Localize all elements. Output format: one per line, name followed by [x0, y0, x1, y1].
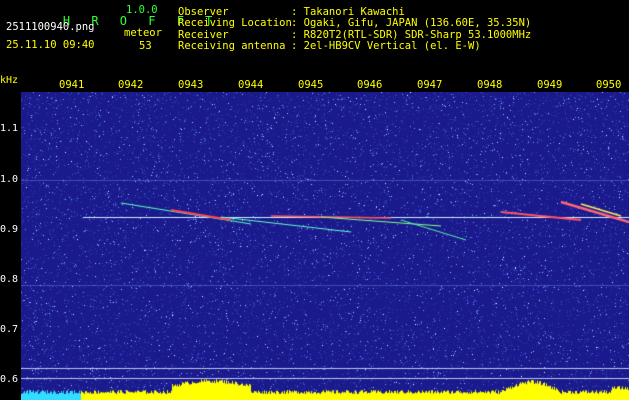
- time-tick: 0945: [298, 79, 324, 91]
- antenna-value: : 2el-HB9CV Vertical (el. E-W): [291, 40, 481, 52]
- time-axis: 0941 0942 0943 0944 0945 0946 0947 0948 …: [0, 76, 629, 92]
- location-value: : Ogaki, Gifu, JAPAN (136.60E, 35.35N): [291, 17, 532, 29]
- header-panel: H R O F F T 1.0.0 2511100940.png 25.11.1…: [0, 0, 629, 76]
- freq-tick: 0.6: [0, 374, 19, 385]
- time-tick: 0947: [417, 79, 443, 91]
- meteor-label: meteor: [124, 27, 162, 39]
- location-label: Receiving Location: [178, 17, 292, 29]
- time-tick: 0943: [178, 79, 204, 91]
- freq-tick: 0.9: [0, 224, 19, 235]
- app-version: 1.0.0: [126, 4, 158, 16]
- time-tick: 0941: [59, 79, 85, 91]
- file-datetime: 25.11.10 09:40: [6, 39, 95, 51]
- freq-tick: 0.8: [0, 274, 19, 285]
- meteor-count: 53: [139, 40, 152, 52]
- antenna-label: Receiving antenna: [178, 40, 286, 52]
- freq-tick: 1.1: [0, 123, 19, 134]
- time-tick: 0946: [357, 79, 383, 91]
- time-tick: 0949: [537, 79, 563, 91]
- time-tick: 0948: [477, 79, 503, 91]
- spectrogram-canvas: [21, 92, 629, 400]
- time-tick: 0942: [118, 79, 144, 91]
- frequency-axis: kHz 1.1 1.0 0.9 0.8 0.7 0.6: [0, 75, 21, 400]
- file-name: 2511100940.png: [6, 21, 95, 33]
- time-tick: 0944: [238, 79, 264, 91]
- time-tick: 0950: [596, 79, 622, 91]
- freq-tick: 1.0: [0, 174, 19, 185]
- axis-unit: kHz: [0, 75, 19, 86]
- freq-tick: 0.7: [0, 324, 19, 335]
